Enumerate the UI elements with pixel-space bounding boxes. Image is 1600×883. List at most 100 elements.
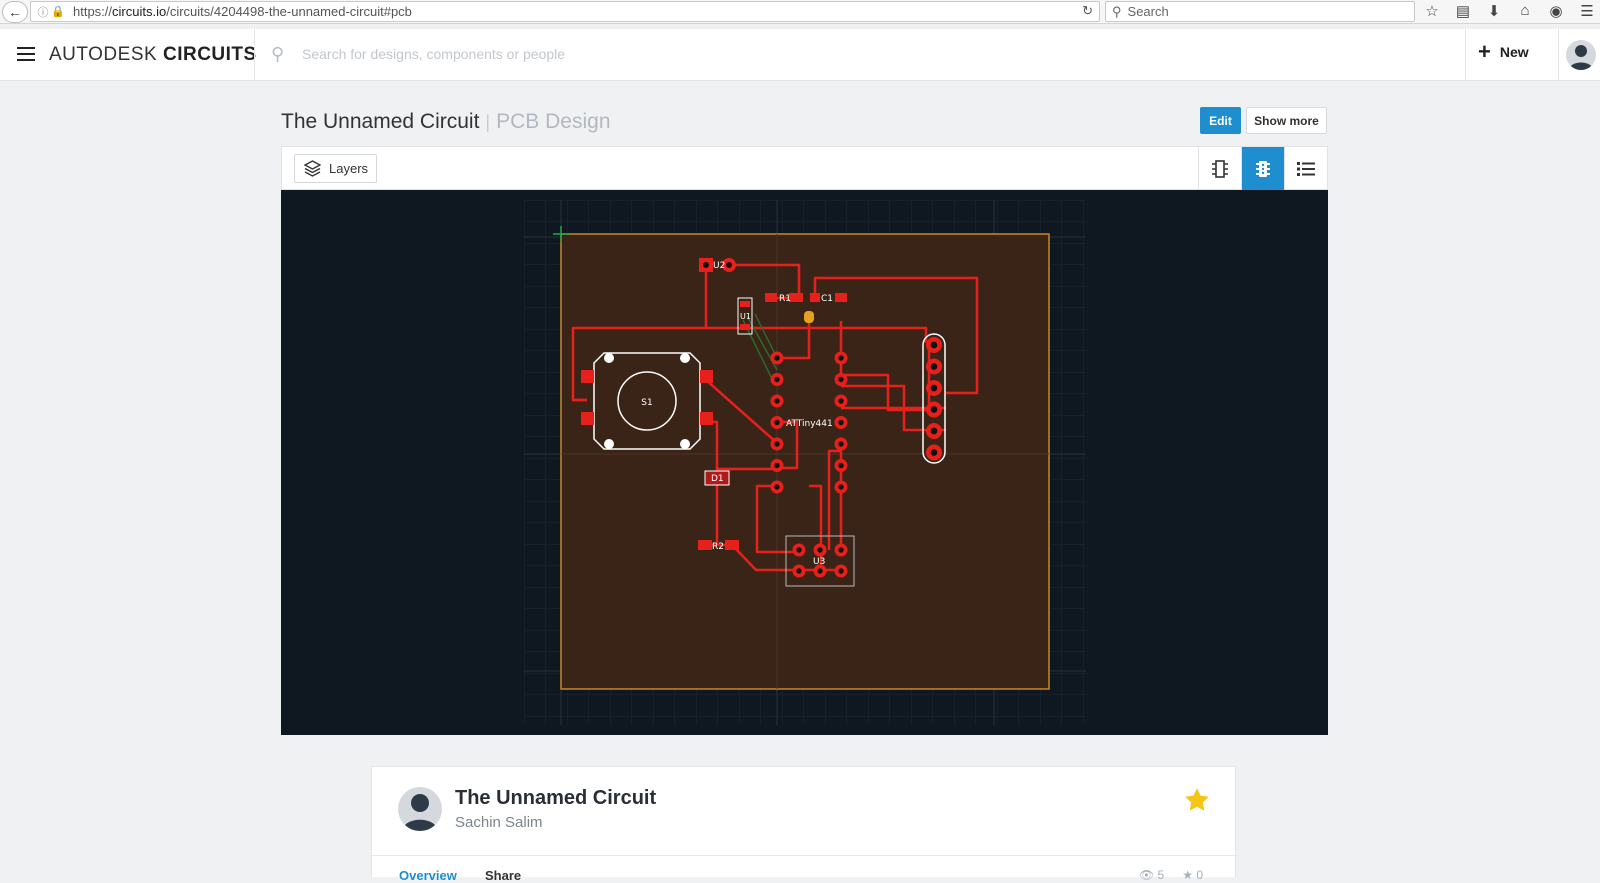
circuit-title: The Unnamed Circuit (281, 110, 480, 133)
browser-search-placeholder: Search (1127, 4, 1169, 19)
views-count: 5 (1157, 868, 1165, 882)
label-u1: U1 (740, 312, 751, 321)
header-pin-hole (930, 384, 938, 392)
header-divider (1558, 29, 1559, 81)
url-text: https://circuits.io/circuits/4204498-the… (73, 4, 412, 19)
header-pin-hole (930, 341, 938, 349)
show-more-button[interactable]: Show more (1246, 107, 1327, 134)
user-silhouette-icon (1569, 45, 1593, 70)
layers-button[interactable]: Layers (294, 154, 377, 183)
page-title: The Unnamed Circuit | PCB Design (281, 110, 611, 134)
pocket-icon[interactable]: ◉ (1546, 2, 1566, 20)
app-header: AUTODESK CIRCUITS ⚲ Search for designs, … (0, 29, 1600, 81)
u3-pad-hole (796, 568, 802, 574)
home-icon[interactable]: ⌂ (1515, 2, 1535, 20)
attiny-pad-hole (774, 355, 780, 361)
label-r1: R1 (779, 294, 791, 304)
u1-component: U1 (737, 297, 753, 335)
u3-pad-hole (838, 547, 844, 553)
back-button[interactable]: ← (2, 0, 28, 23)
user-silhouette-icon (402, 794, 438, 831)
url-path: /circuits/4204498-the-unnamed-circuit#pc… (166, 4, 412, 19)
browser-search-field[interactable]: ⚲ Search (1105, 1, 1415, 22)
pcb-chip-icon (1256, 160, 1270, 177)
circuit-info-card: The Unnamed Circuit Sachin Salim Overvie… (371, 766, 1237, 883)
browser-toolbar: ← ⓘ 🔒 https://circuits.io/circuits/42044… (0, 0, 1600, 24)
bom-list-view-button[interactable] (1284, 147, 1327, 190)
header-pin-hole (930, 363, 938, 370)
card-title: The Unnamed Circuit (455, 787, 657, 809)
viewer-toolbar: Layers (281, 146, 1328, 190)
favorite-star-icon[interactable] (1183, 786, 1211, 819)
title-separator: | (485, 112, 491, 132)
back-arrow-icon: ← (8, 3, 22, 20)
attiny-pad-hole (774, 441, 780, 447)
u3-pad-hole (817, 547, 823, 553)
attiny-pad-hole (774, 398, 780, 404)
brand-light: AUTODESK (49, 44, 163, 65)
u3-pad-hole (838, 568, 844, 574)
address-bar[interactable]: ⓘ 🔒 https://circuits.io/circuits/4204498… (30, 1, 1100, 22)
schematic-view-button[interactable] (1198, 147, 1241, 190)
attiny-pad-hole (838, 484, 844, 490)
new-button[interactable]: + New (1478, 39, 1529, 64)
pcb-canvas[interactable]: S1 U2 R1 C1 U1 ATTiny441 D1 R2 U3 (281, 190, 1328, 735)
label-c1: C1 (821, 294, 833, 304)
label-u2: U2 (713, 261, 725, 271)
tab-share[interactable]: Share (485, 868, 521, 883)
attiny-pad-hole (774, 462, 780, 469)
bookmark-star-icon[interactable]: ☆ (1422, 2, 1442, 20)
attiny-pad-hole (774, 376, 780, 383)
url-prefix: https:// (73, 4, 113, 19)
card-stats: 👁 5 ★ 0 (1139, 868, 1203, 882)
info-icon[interactable]: ⓘ (35, 4, 51, 20)
search-icon: ⚲ (1112, 3, 1122, 19)
header-divider (1465, 29, 1466, 81)
reload-icon[interactable]: ↻ (1082, 3, 1093, 19)
header-divider (254, 29, 255, 81)
reading-list-icon[interactable]: ▤ (1453, 2, 1473, 20)
brand-bold: CIRCUITS (162, 44, 257, 65)
attiny-pad-hole (838, 398, 844, 404)
lock-icon: 🔒 (51, 6, 65, 18)
card-divider (372, 855, 1237, 856)
u3-pad-hole (796, 547, 802, 553)
header-pin-hole (930, 449, 938, 456)
label-attiny441: ATTiny441 (786, 419, 833, 429)
layers-label: Layers (329, 161, 369, 176)
stars-stat: ★ 0 (1182, 868, 1203, 882)
chip-outline-icon (1212, 159, 1228, 178)
u3-pad-hole (817, 568, 823, 574)
menu-icon[interactable]: ☰ (1577, 2, 1597, 20)
attiny-pad-hole (838, 419, 844, 426)
app-search-input[interactable]: Search for designs, components or people (302, 46, 565, 62)
tab-overview[interactable]: Overview (399, 868, 457, 883)
download-icon[interactable]: ⬇ (1484, 2, 1504, 20)
author-name[interactable]: Sachin Salim (455, 814, 543, 831)
brand-logo[interactable]: AUTODESK CIRCUITS (49, 44, 257, 66)
pcb-drawing: S1 U2 R1 C1 U1 ATTiny441 D1 R2 U3 (524, 200, 1086, 725)
url-domain: circuits.io (112, 4, 167, 19)
design-type: PCB Design (496, 110, 611, 133)
header-pin-hole (930, 406, 938, 413)
eye-icon: 👁 (1138, 868, 1155, 882)
pcb-view-button[interactable] (1241, 147, 1284, 190)
attiny-pad-hole (838, 441, 844, 447)
user-avatar[interactable] (1566, 40, 1596, 70)
list-icon (1297, 161, 1315, 176)
attiny-pad-hole (838, 355, 844, 361)
attiny-pad-hole (774, 419, 780, 426)
views-stat: 👁 5 (1139, 868, 1164, 882)
author-avatar[interactable] (398, 787, 442, 831)
edit-button[interactable]: Edit (1200, 107, 1241, 134)
label-s1: S1 (641, 398, 652, 408)
hamburger-menu-icon[interactable] (17, 47, 35, 61)
attiny-pad-hole (838, 462, 844, 469)
attiny-pad-hole (774, 484, 780, 490)
layers-icon (304, 160, 321, 177)
plus-icon: + (1478, 39, 1491, 64)
new-label: New (1499, 44, 1529, 60)
star-count-icon: ★ (1182, 868, 1193, 882)
label-d1: D1 (711, 474, 724, 484)
search-icon: ⚲ (271, 44, 285, 64)
